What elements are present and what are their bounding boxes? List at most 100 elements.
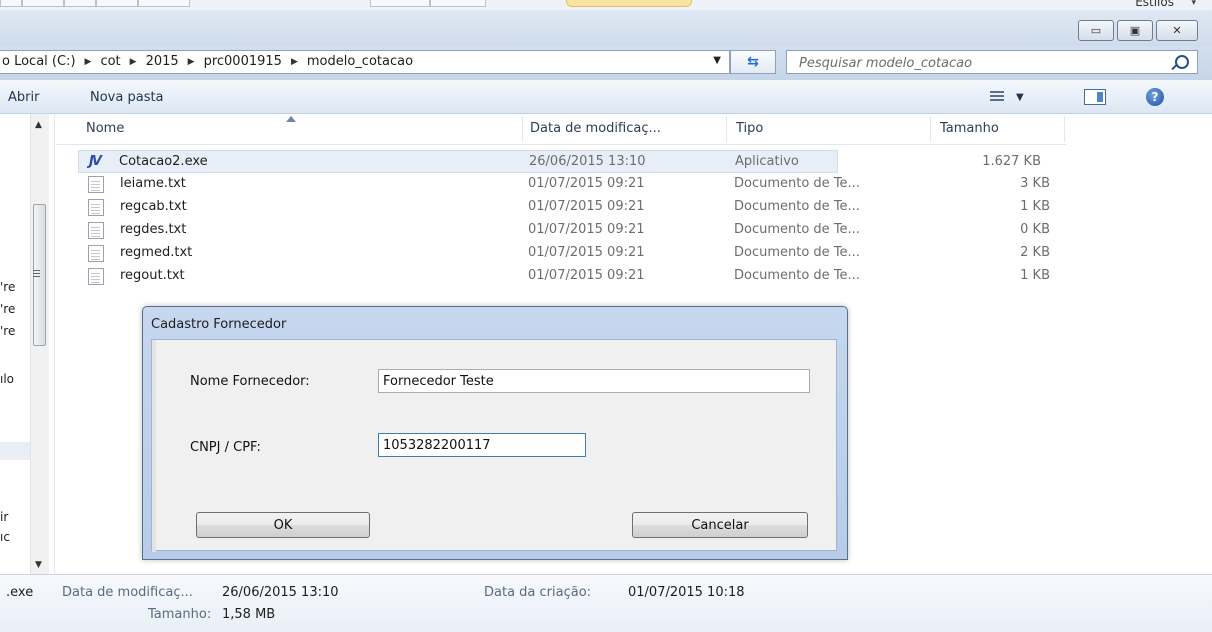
minimize-icon: ▭ [1090, 24, 1102, 37]
change-view-icon[interactable] [990, 91, 1004, 103]
breadcrumb-cot[interactable]: cot [100, 54, 120, 69]
column-divider[interactable] [930, 116, 931, 142]
address-row: o Local (C:) ▶ cot ▶ 2015 ▶ prc0001915 ▶… [0, 46, 1212, 80]
nav-item-fragment[interactable]: ir [0, 510, 8, 524]
preview-pane-icon[interactable] [1084, 89, 1106, 105]
column-name[interactable]: Nome [86, 121, 124, 136]
close-icon: ✕ [1172, 24, 1182, 37]
file-name: regmed.txt [120, 245, 193, 260]
file-name: Cotacao2.exe [119, 154, 208, 169]
file-size: 1 KB [1020, 199, 1050, 214]
minimize-button[interactable]: ▭ [1078, 20, 1114, 41]
dialog-client-area: Nome Fornecedor: CNPJ / CPF: OK Cancelar [151, 339, 837, 552]
refresh-icon: ⇆ [747, 54, 759, 70]
file-type: Documento de Te... [734, 245, 860, 260]
dialog-title: Cadastro Fornecedor [151, 317, 287, 332]
nav-item-fragment[interactable]: 're [0, 302, 15, 316]
nav-item-fragment[interactable]: 're [0, 324, 15, 338]
file-type: Documento de Te... [734, 222, 860, 237]
column-divider[interactable] [726, 116, 727, 142]
file-type: Documento de Te... [734, 268, 860, 283]
cnpj-cpf-field[interactable] [378, 433, 586, 457]
breadcrumb-arrow-icon[interactable]: ▶ [188, 57, 195, 67]
supplier-dialog: Cadastro Fornecedor Nome Fornecedor: CNP… [142, 306, 848, 560]
chevron-down-icon: ▾ [1191, 0, 1196, 8]
text-file-icon [88, 176, 104, 193]
breadcrumb: o Local (C:) ▶ cot ▶ 2015 ▶ prc0001915 ▶… [2, 54, 413, 69]
breadcrumb-drive[interactable]: o Local (C:) [2, 54, 76, 69]
file-size: 1 KB [1020, 268, 1050, 283]
window-titlebar: ▭ ▣ ✕ [0, 10, 1212, 46]
styles-label: Estilos [1135, 0, 1174, 9]
file-row[interactable]: JV Cotacao2.exe 26/06/2015 13:10 Aplicat… [78, 150, 1041, 173]
background-fragment [430, 0, 486, 7]
background-fragment [138, 0, 190, 7]
background-fragment [0, 0, 22, 7]
background-fragment [64, 0, 96, 7]
sort-ascending-icon: ▲ [286, 114, 297, 123]
column-divider[interactable] [1064, 116, 1065, 142]
nav-item-fragment[interactable]: 're [0, 280, 15, 294]
open-button[interactable]: Abrir [8, 90, 39, 105]
scrollbar-grip-icon [33, 270, 40, 279]
search-icon[interactable] [1175, 55, 1189, 69]
nav-scrollbar[interactable]: ▲ ▼ [30, 114, 49, 574]
nav-item-highlight [0, 442, 30, 460]
breadcrumb-arrow-icon[interactable]: ▶ [130, 57, 137, 67]
nav-item-fragment[interactable]: ıc [0, 530, 10, 544]
breadcrumb-2015[interactable]: 2015 [146, 54, 179, 69]
supplier-name-label: Nome Fornecedor: [190, 374, 310, 389]
file-row[interactable]: regdes.txt 01/07/2015 09:21 Documento de… [78, 219, 1056, 242]
background-highlight-tab [566, 0, 692, 7]
chevron-down-icon[interactable]: ▼ [1016, 92, 1024, 103]
file-row[interactable]: regout.txt 01/07/2015 09:21 Documento de… [78, 265, 1056, 288]
text-file-icon [88, 199, 104, 216]
text-file-icon [88, 245, 104, 262]
address-dropdown-icon[interactable]: ▼ [713, 55, 721, 66]
file-row[interactable]: leiame.txt 01/07/2015 09:21 Documento de… [78, 173, 1056, 196]
column-header-row: ▲ Nome Data de modificaç... Tipo Tamanho [56, 114, 1066, 145]
file-type: Aplicativo [735, 154, 799, 169]
file-name: regdes.txt [120, 222, 187, 237]
nav-item-fragment[interactable]: ılo [0, 372, 14, 386]
maximize-button[interactable]: ▣ [1117, 20, 1153, 41]
column-date[interactable]: Data de modificaç... [530, 121, 661, 136]
file-date: 01/07/2015 09:21 [528, 222, 645, 237]
details-pane: .exe Data de modificaç... 26/06/2015 13:… [0, 574, 1212, 632]
cnpj-cpf-label: CNPJ / CPF: [190, 440, 261, 455]
file-row[interactable]: regcab.txt 01/07/2015 09:21 Documento de… [78, 196, 1056, 219]
background-fragment [96, 0, 138, 7]
background-app-strip: Estilos ▾ [0, 0, 1212, 10]
address-bar[interactable]: o Local (C:) ▶ cot ▶ 2015 ▶ prc0001915 ▶… [0, 50, 730, 74]
breadcrumb-arrow-icon[interactable]: ▶ [291, 57, 298, 67]
column-size[interactable]: Tamanho [940, 121, 999, 136]
file-date: 01/07/2015 09:21 [528, 268, 645, 283]
file-date: 01/07/2015 09:21 [528, 199, 645, 214]
ok-button[interactable]: OK [196, 512, 370, 538]
breadcrumb-modelo-cotacao[interactable]: modelo_cotacao [307, 54, 413, 69]
file-row[interactable]: regmed.txt 01/07/2015 09:21 Documento de… [78, 242, 1056, 265]
dialog-edge [152, 340, 156, 552]
column-divider[interactable] [522, 116, 523, 142]
file-type: Documento de Te... [734, 199, 860, 214]
help-icon[interactable]: ? [1146, 88, 1164, 106]
file-date: 01/07/2015 09:21 [528, 176, 645, 191]
maximize-icon: ▣ [1129, 24, 1141, 37]
window-controls: ▭ ▣ ✕ [1078, 20, 1198, 41]
scroll-up-icon[interactable]: ▲ [35, 120, 42, 130]
breadcrumb-prc0001915[interactable]: prc0001915 [204, 54, 282, 69]
breadcrumb-arrow-icon[interactable]: ▶ [85, 57, 92, 67]
details-size-value: 1,58 MB [222, 607, 276, 622]
background-fragment [22, 0, 64, 7]
search-input[interactable] [797, 53, 1151, 73]
search-box[interactable] [786, 50, 1198, 74]
refresh-button[interactable]: ⇆ [730, 50, 776, 74]
scroll-down-icon[interactable]: ▼ [35, 560, 42, 570]
supplier-name-field[interactable] [378, 369, 810, 393]
exe-icon: JV [89, 154, 102, 169]
cancel-button[interactable]: Cancelar [632, 512, 808, 538]
file-name: leiame.txt [120, 176, 186, 191]
column-type[interactable]: Tipo [736, 121, 763, 136]
close-button[interactable]: ✕ [1156, 20, 1198, 41]
new-folder-button[interactable]: Nova pasta [90, 90, 164, 105]
